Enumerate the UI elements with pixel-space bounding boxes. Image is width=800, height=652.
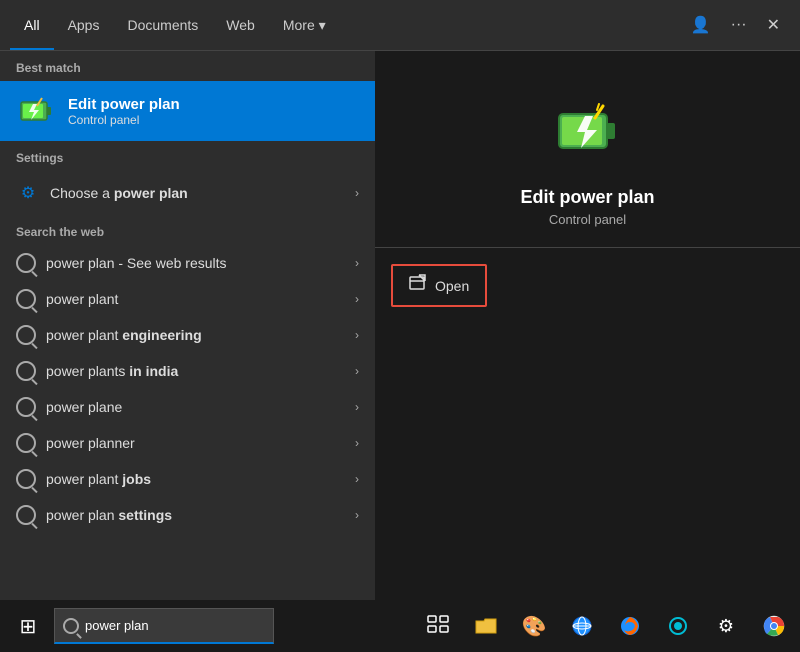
web-item-label-6: power plant jobs — [46, 471, 151, 487]
chevron-icon-0: › — [355, 256, 359, 270]
web-search-icon-3 — [16, 361, 36, 381]
search-window: All Apps Documents Web More ▾ 👤 ··· ✕ Be… — [0, 0, 800, 600]
web-search-icon-7 — [16, 505, 36, 525]
more-options-icon[interactable]: ··· — [721, 16, 757, 34]
web-search-icon-4 — [16, 397, 36, 417]
settings-item-power-plan[interactable]: ⚙ Choose a power plan › — [0, 171, 375, 215]
web-item-5[interactable]: power planner › — [0, 425, 375, 461]
web-search-icon-5 — [16, 433, 36, 453]
windows-icon: ⊞ — [20, 614, 37, 639]
settings-item-label: Choose a power plan — [50, 185, 188, 201]
chevron-icon-3: › — [355, 364, 359, 378]
detail-subtitle: Control panel — [549, 212, 626, 227]
tab-more[interactable]: More ▾ — [269, 0, 340, 50]
web-item-3[interactable]: power plants in india › — [0, 353, 375, 389]
firefox-icon[interactable] — [608, 604, 652, 648]
web-item-4[interactable]: power plane › — [0, 389, 375, 425]
chevron-icon-7: › — [355, 508, 359, 522]
start-button[interactable]: ⊞ — [4, 600, 52, 652]
chevron-icon-5: › — [355, 436, 359, 450]
close-icon[interactable]: ✕ — [757, 15, 790, 35]
web-item-7[interactable]: power plan settings › — [0, 497, 375, 533]
taskbar-search-input[interactable] — [85, 618, 255, 633]
open-window-icon — [409, 274, 427, 297]
web-item-1[interactable]: power plant › — [0, 281, 375, 317]
settings-gear-icon: ⚙ — [16, 181, 40, 205]
chrome-icon[interactable] — [752, 604, 796, 648]
web-search-icon-2 — [16, 325, 36, 345]
open-label: Open — [435, 278, 469, 294]
divider — [375, 247, 800, 248]
web-item-label-3: power plants in india — [46, 363, 178, 379]
chevron-icon-4: › — [355, 400, 359, 414]
web-search-label: Search the web — [0, 215, 375, 245]
right-panel: Edit power plan Control panel Open — [375, 51, 800, 600]
app-icon-1[interactable]: 🎨 — [512, 604, 556, 648]
tab-all[interactable]: All — [10, 0, 54, 50]
file-explorer-icon[interactable] — [464, 604, 508, 648]
web-item-label-0: power plan - See web results — [46, 255, 227, 271]
web-item-6[interactable]: power plant jobs › — [0, 461, 375, 497]
chevron-icon-1: › — [355, 292, 359, 306]
best-match-title: Edit power plan — [68, 96, 180, 113]
best-match-item[interactable]: Edit power plan Control panel — [0, 81, 375, 141]
tabs-bar: All Apps Documents Web More ▾ 👤 ··· ✕ — [0, 0, 800, 51]
tab-web[interactable]: Web — [212, 0, 269, 50]
cortana-icon[interactable] — [656, 604, 700, 648]
open-button[interactable]: Open — [391, 264, 487, 307]
settings-label: Settings — [0, 141, 375, 171]
web-item-label-1: power plant — [46, 291, 118, 307]
web-item-label-4: power plane — [46, 399, 122, 415]
left-panel: Best match — [0, 51, 375, 600]
content-area: Best match — [0, 51, 800, 600]
detail-app-icon — [548, 91, 628, 171]
web-item-label-2: power plant engineering — [46, 327, 202, 343]
best-match-text: Edit power plan Control panel — [68, 96, 180, 127]
web-item-0[interactable]: power plan - See web results › — [0, 245, 375, 281]
taskbar-search-icon — [63, 618, 79, 634]
chevron-icon-2: › — [355, 328, 359, 342]
taskbar-icons: 🎨 ⚙ — [416, 604, 796, 648]
web-item-2[interactable]: power plant engineering › — [0, 317, 375, 353]
best-match-subtitle: Control panel — [68, 113, 180, 127]
best-match-label: Best match — [0, 51, 375, 81]
taskbar: ⊞ 🎨 — [0, 600, 800, 652]
chevron-icon: › — [355, 186, 359, 200]
tab-documents[interactable]: Documents — [113, 0, 212, 50]
web-search-icon-1 — [16, 289, 36, 309]
detail-title: Edit power plan — [520, 187, 654, 208]
task-view-icon[interactable] — [416, 604, 460, 648]
web-item-label-7: power plan settings — [46, 507, 172, 523]
chevron-icon-6: › — [355, 472, 359, 486]
web-item-label-5: power planner — [46, 435, 135, 451]
settings-wheel-icon[interactable]: ⚙ — [704, 604, 748, 648]
web-search-icon-0 — [16, 253, 36, 273]
tab-apps[interactable]: Apps — [54, 0, 114, 50]
web-search-icon-6 — [16, 469, 36, 489]
person-icon[interactable]: 👤 — [681, 15, 721, 35]
app-icon-2[interactable] — [560, 604, 604, 648]
best-match-app-icon — [16, 91, 56, 131]
taskbar-search-bar[interactable] — [54, 608, 274, 644]
